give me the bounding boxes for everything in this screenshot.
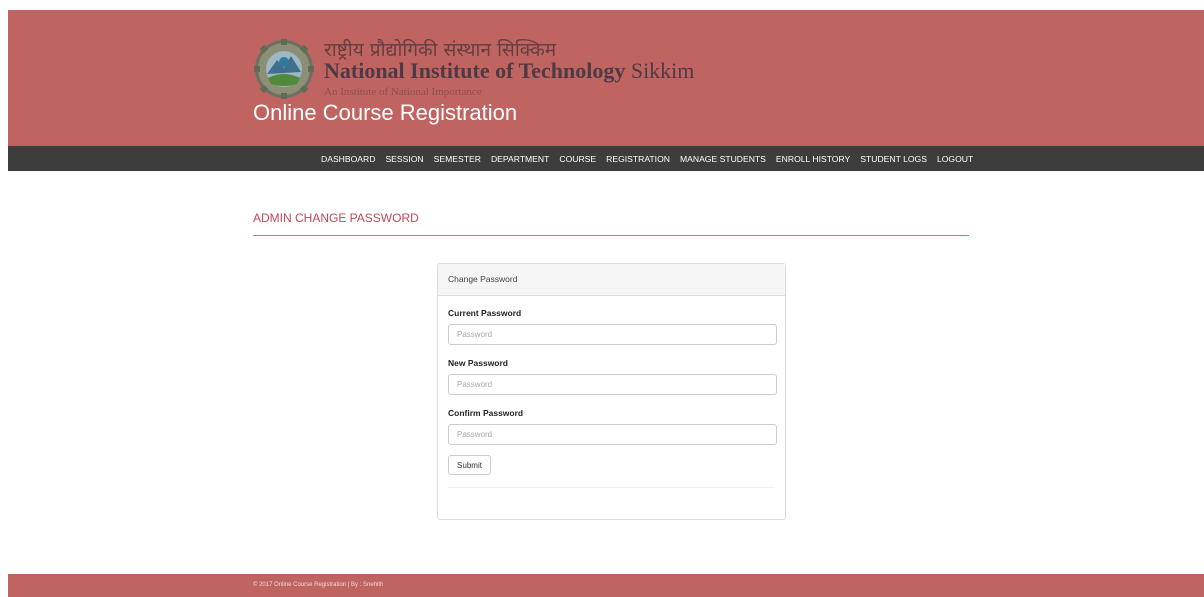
institute-logo-icon bbox=[254, 39, 314, 99]
institute-name-main: National Institute of Technology bbox=[324, 58, 626, 83]
nav-registration[interactable]: REGISTRATION bbox=[606, 154, 670, 164]
current-password-label: Current Password bbox=[448, 308, 522, 318]
nav-session[interactable]: SESSION bbox=[385, 154, 423, 164]
institute-name-place: Sikkim bbox=[630, 58, 695, 83]
confirm-password-input[interactable] bbox=[448, 424, 777, 445]
confirm-password-label: Confirm Password bbox=[448, 408, 524, 418]
nav-dashboard[interactable]: DASHBOARD bbox=[321, 154, 375, 164]
institute-name: National Institute of Technology Sikkim bbox=[324, 58, 694, 84]
page-title: ADMIN CHANGE PASSWORD bbox=[253, 211, 419, 225]
change-password-panel: Change Password Current Password New Pas… bbox=[437, 263, 786, 520]
form-divider bbox=[448, 487, 775, 488]
footer-copyright: © 2017 Online Course Registration | By :… bbox=[253, 582, 384, 588]
app-title: Online Course Registration bbox=[253, 100, 518, 125]
heading-divider bbox=[253, 235, 969, 236]
nav-semester[interactable]: SEMESTER bbox=[434, 154, 481, 164]
nav-manage-students[interactable]: MANAGE STUDENTS bbox=[680, 154, 766, 164]
panel-title: Change Password bbox=[438, 264, 785, 296]
site-footer: © 2017 Online Course Registration | By :… bbox=[8, 574, 1204, 597]
nav-student-logs[interactable]: STUDENT LOGS bbox=[860, 154, 927, 164]
panel-body: Current Password New Password Confirm Pa… bbox=[438, 308, 785, 488]
current-password-input[interactable] bbox=[448, 324, 777, 345]
new-password-input[interactable] bbox=[448, 374, 777, 395]
institute-tagline: An Institute of National Importance bbox=[324, 86, 482, 98]
nav-department[interactable]: DEPARTMENT bbox=[491, 154, 549, 164]
page-frame: राष्ट्रीय प्रौद्योगिकी संस्थान सिक्किम N… bbox=[8, 10, 1204, 597]
submit-button[interactable]: Submit bbox=[448, 455, 491, 475]
nav-enroll-history[interactable]: ENROLL HISTORY bbox=[776, 154, 850, 164]
nav-course[interactable]: COURSE bbox=[559, 154, 596, 164]
main-nav: DASHBOARD SESSION SEMESTER DEPARTMENT CO… bbox=[8, 146, 1204, 171]
nav-logout[interactable]: LOGOUT bbox=[937, 154, 973, 164]
site-header: राष्ट्रीय प्रौद्योगिकी संस्थान सिक्किम N… bbox=[8, 10, 1204, 146]
new-password-label: New Password bbox=[448, 358, 508, 368]
